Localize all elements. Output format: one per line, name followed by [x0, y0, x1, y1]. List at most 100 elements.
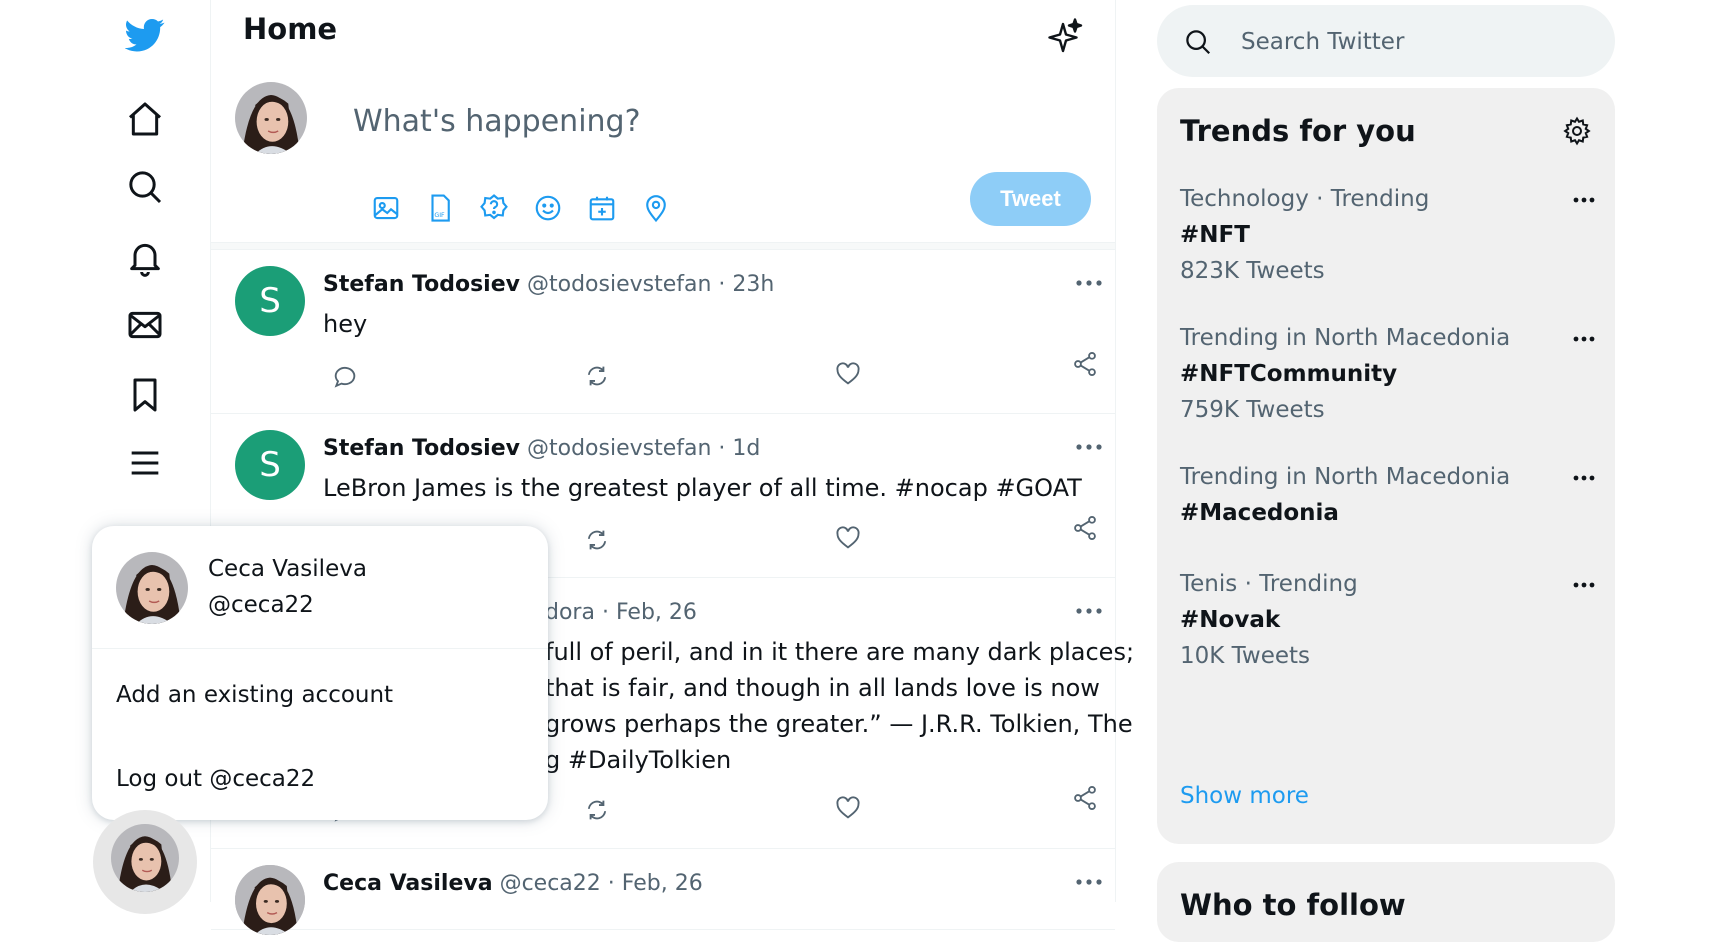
- dot-separator: ·: [1244, 571, 1260, 597]
- search-input[interactable]: [1239, 5, 1583, 79]
- more-options-icon[interactable]: [1071, 272, 1107, 294]
- like-heart-icon[interactable]: [834, 794, 862, 822]
- who-to-follow-title: Who to follow: [1180, 888, 1406, 922]
- more-options-icon[interactable]: [1571, 468, 1597, 488]
- account-name: Ceca Vasileva: [208, 556, 367, 582]
- trend-item[interactable]: Technology · Trending #NFT 823K Tweets: [1157, 186, 1615, 296]
- search-icon: [1186, 30, 1211, 55]
- gif-icon[interactable]: GIF: [422, 190, 458, 226]
- account-handle: @ceca22: [208, 592, 314, 618]
- avatar[interactable]: [235, 865, 305, 935]
- author-handle[interactable]: dora: [545, 600, 595, 625]
- trend-item[interactable]: Trending in North Macedonia #NFTCommunit…: [1157, 325, 1615, 435]
- section-divider: [211, 242, 1115, 250]
- tweet-time[interactable]: Feb, 26: [616, 600, 697, 625]
- tweet-item[interactable]: Ceca Vasileva @ceca22 · Feb, 26: [211, 849, 1115, 935]
- share-icon[interactable]: [1071, 514, 1099, 542]
- more-options-icon[interactable]: [1571, 190, 1597, 210]
- location-pin-icon[interactable]: [638, 190, 674, 226]
- trend-hashtag[interactable]: #Macedonia: [1180, 500, 1339, 526]
- avatar[interactable]: S: [235, 266, 305, 336]
- add-account-menu-item[interactable]: Add an existing account: [116, 682, 393, 708]
- tweet-button[interactable]: Tweet: [970, 172, 1091, 226]
- avatar[interactable]: S: [235, 430, 305, 500]
- trends-panel: Trends for you Technology · Trending #NF…: [1157, 88, 1615, 844]
- explore-search-icon[interactable]: [120, 162, 170, 212]
- tweet-header: Stefan Todosiev @todosievstefan · 23h: [323, 272, 774, 297]
- trend-hashtag[interactable]: #NFTCommunity: [1180, 361, 1397, 387]
- retweet-icon[interactable]: [583, 362, 611, 390]
- trend-category: Trending in North Macedonia: [1180, 325, 1511, 351]
- bookmarks-icon[interactable]: [120, 370, 170, 420]
- author-handle[interactable]: @ceca22: [500, 871, 601, 896]
- author-handle[interactable]: @todosievstefan: [527, 272, 711, 297]
- account-menu: Ceca Vasileva @ceca22 Add an existing ac…: [92, 526, 548, 820]
- dot-separator: ·: [718, 272, 726, 297]
- media-image-icon[interactable]: [368, 190, 404, 226]
- compose-toolbar: GIF: [368, 190, 674, 226]
- tweet-text-line: LeBron James is the greatest player of a…: [323, 474, 1082, 502]
- tweet-time[interactable]: 1d: [732, 436, 760, 461]
- trend-item[interactable]: Tenis · Trending #Novak 10K Tweets: [1157, 571, 1615, 681]
- trend-item[interactable]: Trending in North Macedonia #Macedonia: [1157, 464, 1615, 544]
- like-heart-icon[interactable]: [834, 360, 862, 388]
- dot-separator: ·: [1316, 186, 1331, 212]
- trend-count: 823K Tweets: [1180, 258, 1325, 284]
- retweet-icon[interactable]: [583, 796, 611, 824]
- more-options-icon[interactable]: [1071, 600, 1107, 622]
- share-icon[interactable]: [1071, 350, 1099, 378]
- author-name[interactable]: Stefan Todosiev: [323, 272, 520, 297]
- trends-title: Trends for you: [1180, 114, 1416, 148]
- tweet-time[interactable]: Feb, 26: [622, 871, 703, 896]
- tweet-header: Stefan Todosiev @todosievstefan · 1d: [323, 436, 760, 461]
- dot-separator: ·: [607, 871, 615, 896]
- tweet-item[interactable]: S Stefan Todosiev @todosievstefan · 23h …: [211, 250, 1115, 414]
- trend-category: Trending in North Macedonia: [1180, 464, 1511, 490]
- sparkle-icon[interactable]: [1048, 18, 1084, 54]
- gear-icon[interactable]: [1562, 116, 1592, 146]
- author-name[interactable]: Ceca Vasileva: [323, 871, 493, 896]
- more-options-icon[interactable]: [1071, 436, 1107, 458]
- schedule-calendar-icon[interactable]: [584, 190, 620, 226]
- trend-meta: Technology · Trending: [1180, 186, 1429, 212]
- notifications-bell-icon[interactable]: [120, 232, 170, 282]
- trend-label: Trending: [1259, 571, 1358, 597]
- share-icon[interactable]: [1071, 784, 1099, 812]
- more-options-icon[interactable]: [1071, 871, 1107, 893]
- compose-avatar[interactable]: [235, 82, 307, 154]
- home-icon[interactable]: [120, 94, 170, 144]
- account-switcher-button[interactable]: [93, 810, 197, 914]
- more-options-icon[interactable]: [1571, 329, 1597, 349]
- avatar: [116, 552, 188, 624]
- retweet-icon[interactable]: [583, 526, 611, 554]
- dot-separator: ·: [601, 600, 609, 625]
- page-title: Home: [243, 12, 338, 46]
- more-options-icon[interactable]: [1571, 575, 1597, 595]
- poll-question-icon[interactable]: [476, 190, 512, 226]
- author-handle[interactable]: @todosievstefan: [527, 436, 711, 461]
- author-name[interactable]: Stefan Todosiev: [323, 436, 520, 461]
- reply-icon[interactable]: [331, 362, 359, 390]
- tweet-text: hey: [323, 306, 1103, 342]
- search-bar[interactable]: [1157, 5, 1615, 79]
- trend-hashtag[interactable]: #Novak: [1180, 607, 1280, 633]
- like-heart-icon[interactable]: [834, 524, 862, 552]
- compose-input[interactable]: What's happening?: [353, 104, 953, 139]
- twitter-logo-icon[interactable]: [120, 10, 170, 60]
- dot-separator: ·: [718, 436, 726, 461]
- who-to-follow-panel: Who to follow: [1157, 862, 1615, 942]
- trend-hashtag[interactable]: #NFT: [1180, 222, 1250, 248]
- trend-meta: Tenis · Trending: [1180, 571, 1358, 597]
- show-more-link[interactable]: Show more: [1180, 783, 1309, 809]
- tweet-time[interactable]: 23h: [732, 272, 774, 297]
- logout-menu-item[interactable]: Log out @ceca22: [116, 766, 315, 792]
- more-menu-icon[interactable]: [120, 438, 170, 488]
- messages-envelope-icon[interactable]: [120, 300, 170, 350]
- avatar: [111, 824, 179, 892]
- trend-count: 10K Tweets: [1180, 643, 1311, 669]
- svg-text:GIF: GIF: [434, 212, 445, 219]
- trend-count: 759K Tweets: [1180, 397, 1325, 423]
- emoji-icon[interactable]: [530, 190, 566, 226]
- tweet-text: LeBron James is the greatest player of a…: [323, 470, 1103, 506]
- tweet-header: dora · Feb, 26: [545, 600, 697, 625]
